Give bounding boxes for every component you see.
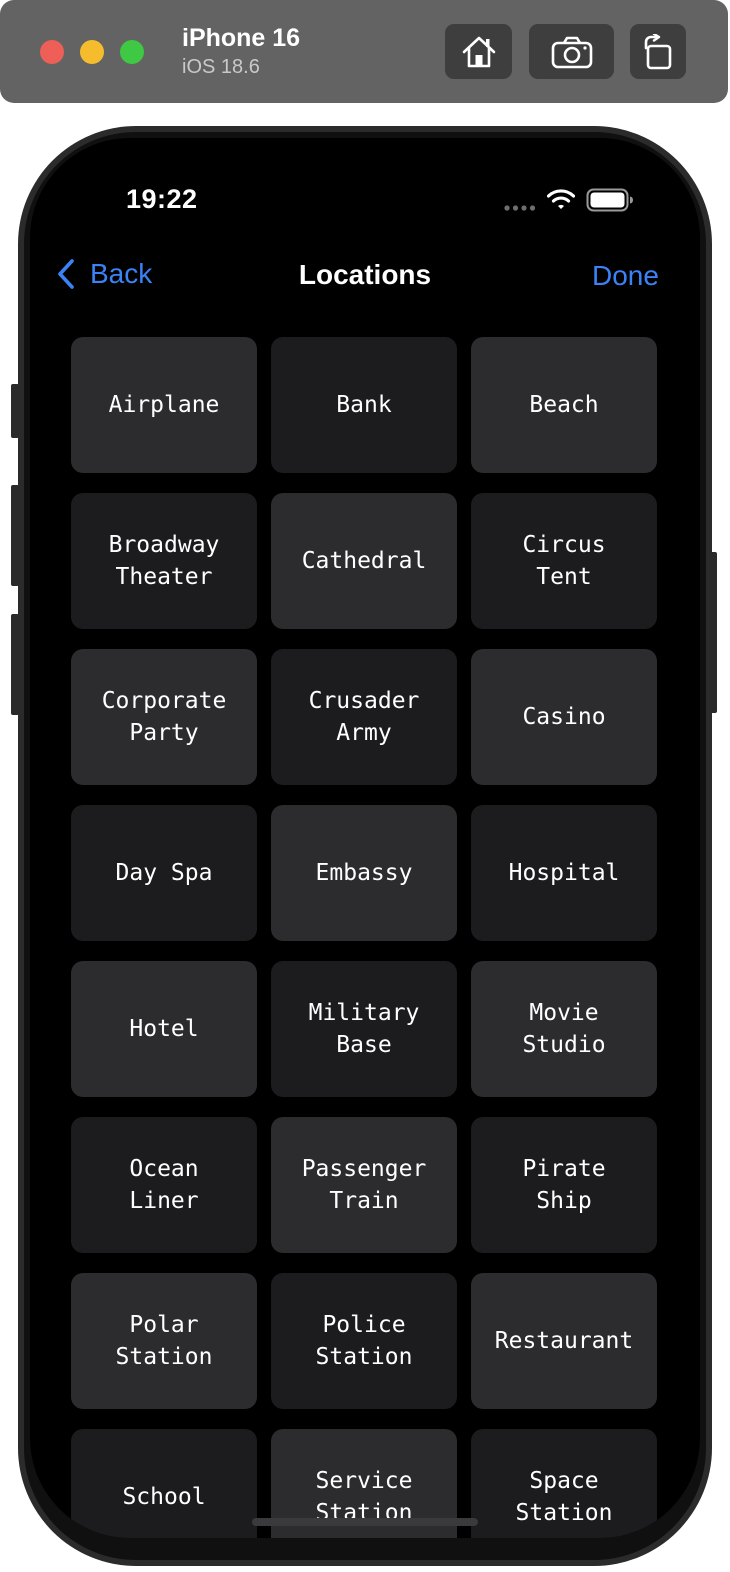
location-tile[interactable]: Police Station — [271, 1273, 457, 1409]
location-tile[interactable]: School — [71, 1429, 257, 1538]
device-screen: 19:22 Back Locations Done Airplane Bank Be… — [30, 138, 700, 1538]
location-tile[interactable]: Space Station — [471, 1429, 657, 1538]
location-tile[interactable]: Airplane — [71, 337, 257, 473]
power-button — [709, 552, 717, 713]
screenshot-icon — [551, 36, 592, 68]
location-tile[interactable]: Cathedral — [271, 493, 457, 629]
close-window-button[interactable] — [40, 40, 64, 64]
location-tile[interactable]: Embassy — [271, 805, 457, 941]
screenshot-button[interactable] — [529, 24, 614, 79]
simulator-toolbar: iPhone 16 iOS 18.6 — [0, 0, 728, 103]
device-name: iPhone 16 — [182, 24, 301, 52]
action-button — [11, 384, 19, 438]
rotate-icon — [644, 33, 672, 69]
location-tile[interactable]: Bank — [271, 337, 457, 473]
minimize-window-button[interactable] — [80, 40, 104, 64]
home-indicator[interactable] — [252, 1518, 478, 1526]
zoom-window-button[interactable] — [120, 40, 144, 64]
location-tile[interactable]: Corporate Party — [71, 649, 257, 785]
home-button[interactable] — [445, 24, 512, 79]
location-tile[interactable]: Day Spa — [71, 805, 257, 941]
home-icon — [462, 36, 495, 67]
done-button[interactable]: Done — [592, 260, 659, 292]
location-tile[interactable]: Hospital — [471, 805, 657, 941]
cellular-dots-icon — [504, 205, 536, 211]
location-tile[interactable]: Crusader Army — [271, 649, 457, 785]
volume-up-button — [11, 485, 19, 586]
location-tile[interactable]: Hotel — [71, 961, 257, 1097]
location-tile[interactable]: Beach — [471, 337, 657, 473]
location-tile[interactable]: Restaurant — [471, 1273, 657, 1409]
status-time: 19:22 — [126, 184, 198, 214]
volume-down-button — [11, 614, 19, 715]
location-tile[interactable]: Military Base — [271, 961, 457, 1097]
location-tile[interactable]: Pirate Ship — [471, 1117, 657, 1253]
location-tile[interactable]: Passenger Train — [271, 1117, 457, 1253]
location-tile[interactable]: Circus Tent — [471, 493, 657, 629]
wifi-icon — [547, 189, 575, 209]
battery-icon — [586, 188, 633, 212]
location-tile[interactable]: Broadway Theater — [71, 493, 257, 629]
location-tile[interactable]: Casino — [471, 649, 657, 785]
location-tile[interactable]: Polar Station — [71, 1273, 257, 1409]
location-tile[interactable]: Ocean Liner — [71, 1117, 257, 1253]
location-grid: Airplane Bank Beach Broadway Theater Cathedr… — [71, 337, 659, 1538]
location-tile[interactable]: Movie Studio — [471, 961, 657, 1097]
rotate-button[interactable] — [630, 24, 686, 79]
os-version: iOS 18.6 — [182, 56, 260, 78]
